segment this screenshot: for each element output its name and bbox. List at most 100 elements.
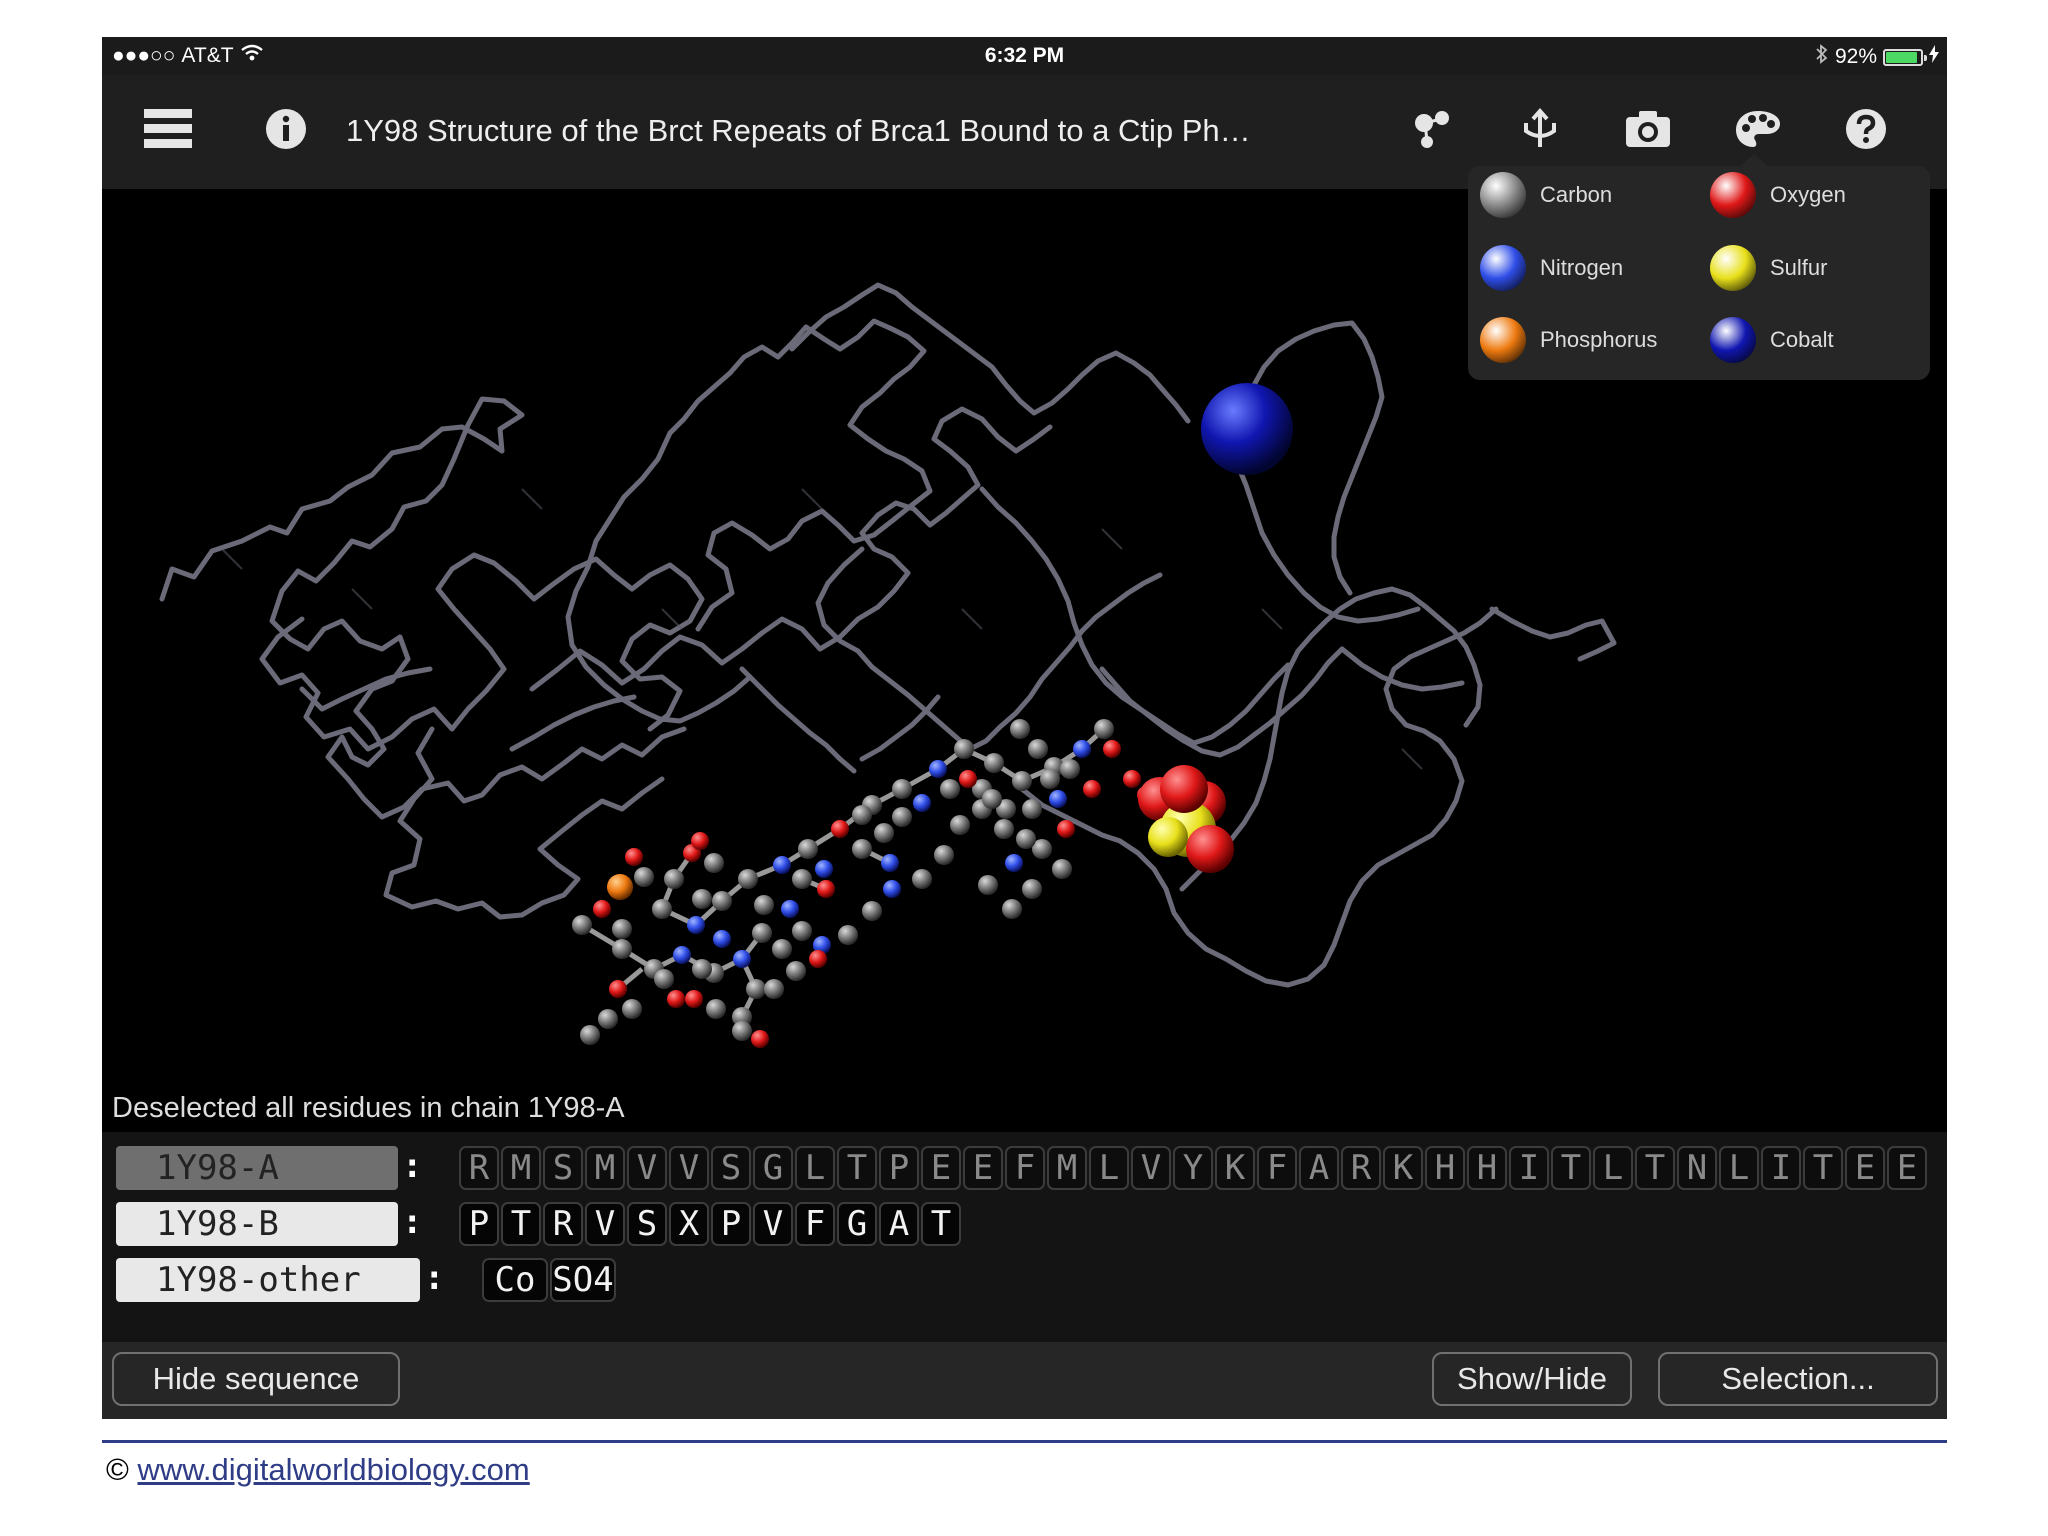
- atom: [667, 990, 685, 1008]
- residue[interactable]: V: [753, 1202, 793, 1246]
- residue[interactable]: V: [1131, 1146, 1171, 1190]
- residue[interactable]: T: [501, 1202, 541, 1246]
- status-bar: ●●●○○ AT&T 6:32 PM 92%: [102, 37, 1947, 75]
- residue[interactable]: A: [879, 1202, 919, 1246]
- atom: [852, 805, 872, 825]
- residue[interactable]: H: [1425, 1146, 1465, 1190]
- residue[interactable]: Co: [482, 1258, 548, 1302]
- residue[interactable]: H: [1467, 1146, 1507, 1190]
- battery-percent: 92%: [1834, 45, 1877, 68]
- molecule-style-icon[interactable]: [1402, 99, 1462, 159]
- atom: [751, 1030, 769, 1048]
- residue[interactable]: F: [1257, 1146, 1297, 1190]
- atom: [1049, 790, 1067, 808]
- hide-sequence-button[interactable]: Hide sequence: [112, 1352, 400, 1406]
- legend-label: Cobalt: [1770, 327, 1834, 352]
- residue[interactable]: M: [585, 1146, 625, 1190]
- atom: [746, 979, 766, 999]
- atom: [673, 946, 691, 964]
- atom: [982, 789, 1002, 809]
- residue[interactable]: S: [543, 1146, 583, 1190]
- residue[interactable]: T: [837, 1146, 877, 1190]
- residue[interactable]: E: [1887, 1146, 1927, 1190]
- atom: [612, 939, 632, 959]
- atom: [754, 895, 774, 915]
- residue[interactable]: K: [1383, 1146, 1423, 1190]
- residue[interactable]: G: [837, 1202, 877, 1246]
- menu-icon[interactable]: [138, 99, 198, 159]
- atom: [607, 874, 633, 900]
- residue[interactable]: A: [1299, 1146, 1339, 1190]
- residue[interactable]: P: [879, 1146, 919, 1190]
- atom: [692, 889, 712, 909]
- residue[interactable]: L: [1593, 1146, 1633, 1190]
- dock-icon[interactable]: [1510, 99, 1570, 159]
- palette-icon[interactable]: [1728, 99, 1788, 159]
- residue[interactable]: T: [1803, 1146, 1843, 1190]
- legend-label: Nitrogen: [1540, 255, 1624, 280]
- atom: [874, 823, 894, 843]
- atom: [634, 867, 654, 887]
- legend-label: Sulfur: [1770, 255, 1828, 280]
- battery-fill: [1886, 51, 1917, 63]
- residue[interactable]: P: [459, 1202, 499, 1246]
- help-icon[interactable]: [1836, 99, 1896, 159]
- residue[interactable]: T: [921, 1202, 961, 1246]
- residue[interactable]: E: [921, 1146, 961, 1190]
- residue[interactable]: I: [1761, 1146, 1801, 1190]
- residue[interactable]: I: [1509, 1146, 1549, 1190]
- residue[interactable]: R: [1341, 1146, 1381, 1190]
- atom: [1022, 799, 1042, 819]
- residue[interactable]: Y: [1173, 1146, 1213, 1190]
- residue[interactable]: K: [1215, 1146, 1255, 1190]
- residue[interactable]: X: [669, 1202, 709, 1246]
- atom: [881, 854, 899, 872]
- residue[interactable]: V: [585, 1202, 625, 1246]
- residue[interactable]: L: [1089, 1146, 1129, 1190]
- atom: [764, 979, 784, 999]
- residue[interactable]: S: [627, 1202, 667, 1246]
- atom: [773, 856, 791, 874]
- atom: [940, 779, 960, 799]
- residue[interactable]: E: [1845, 1146, 1885, 1190]
- residue[interactable]: SO4: [550, 1258, 616, 1302]
- atom: [1060, 759, 1080, 779]
- atom: [593, 900, 611, 918]
- phosphorus-swatch: [1480, 317, 1526, 363]
- info-icon[interactable]: [256, 99, 316, 159]
- residue[interactable]: V: [669, 1146, 709, 1190]
- website-link[interactable]: www.digitalworldbiology.com: [137, 1452, 529, 1487]
- residue[interactable]: R: [459, 1146, 499, 1190]
- residue[interactable]: S: [711, 1146, 751, 1190]
- atom: [1022, 879, 1042, 899]
- residue[interactable]: L: [795, 1146, 835, 1190]
- residue[interactable]: T: [1635, 1146, 1675, 1190]
- residue[interactable]: P: [711, 1202, 751, 1246]
- show-hide-button[interactable]: Show/Hide: [1432, 1352, 1632, 1406]
- residue[interactable]: G: [753, 1146, 793, 1190]
- residue[interactable]: F: [1005, 1146, 1045, 1190]
- oxygen-swatch: [1710, 172, 1756, 218]
- atom: [912, 869, 932, 889]
- residue[interactable]: V: [627, 1146, 667, 1190]
- chain-label-1y98-a[interactable]: 1Y98-A: [116, 1146, 398, 1190]
- residue[interactable]: L: [1719, 1146, 1759, 1190]
- residue[interactable]: T: [1551, 1146, 1591, 1190]
- atom: [815, 860, 833, 878]
- camera-icon[interactable]: [1618, 99, 1678, 159]
- residue[interactable]: M: [1047, 1146, 1087, 1190]
- chain-label-1y98-b[interactable]: 1Y98-B: [116, 1202, 398, 1246]
- atom: [752, 923, 772, 943]
- chain-label-1y98-other[interactable]: 1Y98-other: [116, 1258, 420, 1302]
- selection-button[interactable]: Selection...: [1658, 1352, 1938, 1406]
- residue[interactable]: F: [795, 1202, 835, 1246]
- residue[interactable]: N: [1677, 1146, 1717, 1190]
- bluetooth-icon: [1815, 44, 1829, 70]
- atom: [1005, 854, 1023, 872]
- atom: [984, 753, 1004, 773]
- residue[interactable]: E: [963, 1146, 1003, 1190]
- residue[interactable]: M: [501, 1146, 541, 1190]
- residue[interactable]: R: [543, 1202, 583, 1246]
- sulfur-swatch: [1710, 245, 1756, 291]
- atom: [1057, 820, 1075, 838]
